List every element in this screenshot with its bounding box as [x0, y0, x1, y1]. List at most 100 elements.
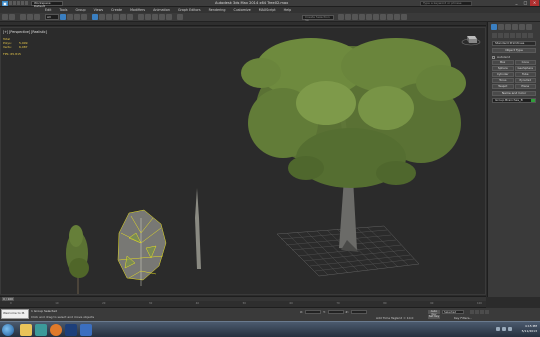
tube-button[interactable]: Tube	[514, 72, 536, 77]
3dsmax-icon[interactable]	[35, 324, 47, 336]
box-button[interactable]: Box	[492, 60, 514, 65]
geosphere-button[interactable]: GeoSphere	[514, 66, 536, 71]
graphite-toggle-icon[interactable]	[359, 14, 365, 20]
coord-y-field[interactable]	[327, 310, 344, 314]
firefox-icon[interactable]	[50, 324, 62, 336]
render-production-icon[interactable]	[401, 14, 407, 20]
menu-graph-editors[interactable]: Graph Editors	[178, 8, 201, 12]
menu-create[interactable]: Create	[111, 8, 122, 12]
link-icon[interactable]	[20, 14, 26, 20]
volume-icon[interactable]	[502, 327, 506, 331]
space-warps-icon[interactable]	[522, 33, 527, 38]
pyramid-button[interactable]: Pyramid	[514, 78, 536, 83]
windows-start-icon[interactable]	[2, 324, 14, 336]
perspective-viewport[interactable]: [+] [Perspective] [Realistic] Total Poly…	[0, 27, 486, 295]
viewcube-icon[interactable]	[461, 34, 481, 46]
cylinder-button[interactable]: Cylinder	[492, 72, 514, 77]
lights-icon[interactable]	[504, 33, 509, 38]
viewport-label[interactable]: [+] [Perspective] [Realistic]	[3, 30, 47, 34]
close-button[interactable]: ×	[530, 0, 539, 6]
play-icon[interactable]	[480, 310, 484, 314]
explorer-icon[interactable]	[20, 324, 32, 336]
geometry-icon[interactable]	[492, 33, 497, 38]
coord-x-field[interactable]	[305, 310, 322, 314]
photoshop-icon[interactable]	[65, 324, 77, 336]
bind-spacewarp-icon[interactable]	[34, 14, 40, 20]
object-type-rollout[interactable]: Object Type	[492, 48, 536, 53]
reference-coordinate-icon[interactable]	[113, 14, 119, 20]
previous-frame-icon[interactable]	[475, 310, 479, 314]
network-icon[interactable]	[496, 327, 500, 331]
rendered-frame-icon[interactable]	[394, 14, 400, 20]
shapes-icon[interactable]	[498, 33, 503, 38]
workspace-dropdown[interactable]: Workspace: Default	[31, 1, 63, 8]
percent-snap-icon[interactable]	[159, 14, 165, 20]
mediaplayer-icon[interactable]	[80, 324, 92, 336]
save-file-icon[interactable]	[17, 1, 20, 5]
select-object-icon[interactable]	[60, 14, 66, 20]
cone-button[interactable]: Cone	[514, 60, 536, 65]
align-icon[interactable]	[345, 14, 351, 20]
named-selection-set-input[interactable]: Create Selection Se	[302, 15, 334, 22]
add-time-tag-button[interactable]: Add Time Tag	[376, 316, 396, 320]
schematic-view-icon[interactable]	[373, 14, 379, 20]
window-crossing-icon[interactable]	[81, 14, 87, 20]
cameras-icon[interactable]	[510, 33, 515, 38]
torus-button[interactable]: Torus	[492, 78, 514, 83]
maxscript-listener[interactable]: Welcome to M.	[1, 309, 29, 319]
select-by-name-icon[interactable]	[67, 14, 73, 20]
menu-animation[interactable]: Animation	[153, 8, 170, 12]
hierarchy-tab-icon[interactable]	[505, 24, 511, 30]
snaps-toggle-icon[interactable]	[145, 14, 151, 20]
sphere-button[interactable]: Sphere	[492, 66, 514, 71]
display-tab-icon[interactable]	[519, 24, 525, 30]
select-and-rotate-icon[interactable]	[99, 14, 105, 20]
autogrid-checkbox[interactable]: AutoGrid	[492, 55, 536, 59]
menu-maxscript[interactable]: MAXScript	[259, 8, 276, 12]
material-editor-icon[interactable]	[380, 14, 386, 20]
primitive-category-dropdown[interactable]: Standard Primitives	[492, 41, 536, 46]
flag-icon[interactable]	[508, 327, 512, 331]
minimize-button[interactable]: _	[512, 0, 521, 6]
menu-customize[interactable]: Customize	[233, 8, 250, 12]
utilities-tab-icon[interactable]	[526, 24, 532, 30]
menu-help[interactable]: Help	[284, 8, 292, 12]
rect-selection-icon[interactable]	[74, 14, 80, 20]
systems-icon[interactable]	[528, 33, 533, 38]
app-menu-button[interactable]: ▣	[2, 1, 8, 6]
motion-tab-icon[interactable]	[512, 24, 518, 30]
open-file-icon[interactable]	[13, 1, 16, 5]
redo-icon[interactable]	[25, 1, 28, 5]
help-search-input[interactable]: Type a keyword or phrase	[420, 1, 472, 6]
maximize-button[interactable]: □	[521, 0, 530, 6]
new-file-icon[interactable]	[9, 1, 12, 5]
angle-snap-icon[interactable]	[152, 14, 158, 20]
undo-icon[interactable]	[21, 1, 24, 5]
clock[interactable]: 4:15 PM 5/11/2013	[522, 324, 537, 334]
menu-views[interactable]: Views	[94, 8, 104, 12]
track-bar[interactable]: 0 10 20 30 40 50 60 70 80 90 100	[0, 301, 486, 308]
next-frame-icon[interactable]	[485, 310, 489, 314]
mirror-icon[interactable]	[338, 14, 344, 20]
keyboard-shortcut-icon[interactable]	[138, 14, 144, 20]
object-name-input[interactable]: Group.Branches_B	[492, 98, 536, 103]
name-and-color-rollout[interactable]: Name and Color	[492, 91, 536, 96]
key-filters-button[interactable]: Key Filters...	[454, 316, 472, 320]
coord-z-field[interactable]	[350, 310, 367, 314]
pivot-center-icon[interactable]	[120, 14, 126, 20]
redo-icon[interactable]	[9, 14, 15, 20]
layer-manager-icon[interactable]	[352, 14, 358, 20]
menu-edit[interactable]: Edit	[45, 8, 51, 12]
menu-modifiers[interactable]: Modifiers	[130, 8, 145, 12]
set-key-button[interactable]: Set Key	[428, 315, 440, 319]
select-and-move-icon[interactable]	[92, 14, 98, 20]
edit-named-selection-icon[interactable]	[177, 14, 183, 20]
unlink-icon[interactable]	[27, 14, 33, 20]
checkbox-icon[interactable]	[492, 55, 495, 59]
teapot-button[interactable]: Teapot	[492, 84, 514, 89]
select-manipulate-icon[interactable]	[127, 14, 133, 20]
helpers-icon[interactable]	[516, 33, 521, 38]
menu-tools[interactable]: Tools	[59, 8, 67, 12]
create-tab-icon[interactable]	[491, 24, 497, 30]
select-and-scale-icon[interactable]	[106, 14, 112, 20]
